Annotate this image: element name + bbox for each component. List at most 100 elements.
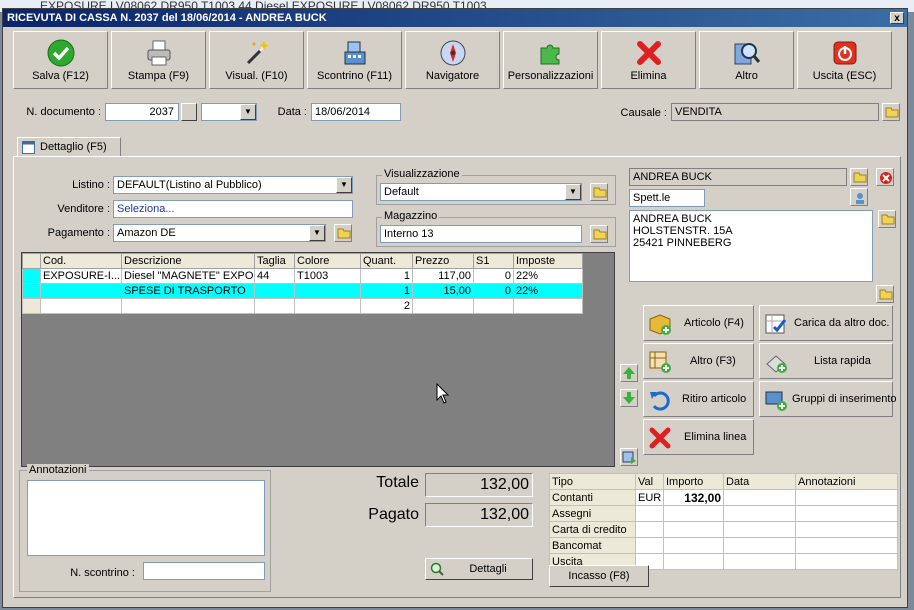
cell[interactable]: 117,00: [412, 268, 474, 284]
receipt-number-field[interactable]: [143, 562, 265, 580]
column-header[interactable]: Importo: [663, 473, 724, 490]
column-header[interactable]: Data: [723, 473, 796, 490]
cell[interactable]: EUR: [635, 489, 664, 506]
customer-name-field[interactable]: ANDREA BUCK: [629, 168, 847, 186]
cell[interactable]: 15,00: [412, 283, 474, 299]
customize-button[interactable]: Personalizzazioni: [503, 31, 598, 89]
tab-dettaglio[interactable]: Dettaglio (F5): [17, 137, 121, 157]
move-up-button[interactable]: [620, 364, 638, 382]
column-header[interactable]: S1: [473, 253, 514, 269]
date-field[interactable]: 18/06/2014: [311, 103, 401, 121]
payments-grid[interactable]: Tipo Val Importo Data Annotazioni Contan…: [549, 473, 898, 570]
cell[interactable]: [723, 537, 796, 554]
cell[interactable]: Diesel "MAGNETE" EXPO...: [121, 268, 255, 284]
cell[interactable]: 2: [360, 298, 413, 314]
column-header[interactable]: Tipo: [549, 473, 636, 490]
delete-line-button[interactable]: Elimina linea: [643, 419, 754, 455]
cell[interactable]: [294, 283, 361, 299]
listino-select[interactable]: DEFAULT(Listino al Pubblico): [113, 176, 353, 194]
navigator-button[interactable]: Navigatore: [405, 31, 500, 89]
cell[interactable]: EXPOSURE-I...: [40, 268, 122, 284]
salutation-field[interactable]: Spett.le: [629, 189, 705, 207]
causale-field[interactable]: VENDITA: [671, 103, 879, 121]
venditore-field[interactable]: Seleziona...: [113, 200, 353, 218]
save-button[interactable]: Salva (F12): [13, 31, 108, 89]
cell[interactable]: [635, 505, 664, 522]
cell[interactable]: [723, 553, 796, 570]
other-article-button[interactable]: Altro (F3): [643, 343, 754, 379]
table-row[interactable]: EXPOSURE-I... Diesel "MAGNETE" EXPO... 4…: [22, 268, 583, 284]
column-header[interactable]: Taglia: [254, 253, 295, 269]
customer-remove-button[interactable]: [876, 168, 894, 186]
cell[interactable]: [723, 489, 796, 506]
chevron-down-icon[interactable]: ▼: [309, 225, 325, 241]
cell[interactable]: 22%: [513, 283, 583, 299]
cell[interactable]: [513, 298, 583, 314]
cell[interactable]: [663, 521, 724, 538]
address-folder-button[interactable]: [878, 210, 896, 228]
other-button[interactable]: Altro: [699, 31, 794, 89]
cell[interactable]: [663, 505, 724, 522]
pagamento-folder-button[interactable]: [334, 224, 352, 242]
preview-button[interactable]: Visual. (F10): [209, 31, 304, 89]
magazzino-field[interactable]: Interno 13: [380, 225, 582, 243]
cell[interactable]: [254, 283, 295, 299]
cell[interactable]: [473, 298, 514, 314]
cell[interactable]: [795, 505, 898, 522]
collect-button[interactable]: Incasso (F8): [549, 565, 649, 587]
cell[interactable]: [795, 521, 898, 538]
load-from-doc-button[interactable]: Carica da altro doc.: [759, 305, 893, 341]
cell[interactable]: SPESE DI TRASPORTO: [121, 283, 255, 299]
column-header[interactable]: Imposte: [513, 253, 583, 269]
customer-address-box[interactable]: ANDREA BUCK HOLSTENSTR. 15A 25421 PINNEB…: [629, 210, 873, 282]
delete-button[interactable]: Elimina: [601, 31, 696, 89]
cell[interactable]: [40, 283, 122, 299]
magazzino-folder-button[interactable]: [590, 225, 608, 243]
column-header[interactable]: Cod.: [40, 253, 122, 269]
payment-row[interactable]: Assegni: [549, 505, 898, 522]
customer-search-button[interactable]: [850, 188, 868, 206]
cell[interactable]: [294, 298, 361, 314]
table-row[interactable]: 2: [22, 298, 583, 314]
cell[interactable]: 22%: [513, 268, 583, 284]
cell[interactable]: [40, 298, 122, 314]
column-header[interactable]: Colore: [294, 253, 361, 269]
cell[interactable]: 44: [254, 268, 295, 284]
add-article-button[interactable]: Articolo (F4): [643, 305, 754, 341]
column-header[interactable]: Annotazioni: [795, 473, 898, 490]
return-article-button[interactable]: Ritiro articolo: [643, 381, 754, 417]
cell[interactable]: 1: [360, 268, 413, 284]
notes-textarea[interactable]: [27, 480, 265, 556]
column-header[interactable]: Val: [635, 473, 664, 490]
table-row[interactable]: SPESE DI TRASPORTO 1 15,00 0 22%: [22, 283, 583, 299]
column-header[interactable]: Quant.: [360, 253, 413, 269]
cell[interactable]: [635, 537, 664, 554]
refresh-button[interactable]: [620, 448, 638, 466]
cell[interactable]: [795, 553, 898, 570]
print-button[interactable]: Stampa (F9): [111, 31, 206, 89]
cell[interactable]: [635, 521, 664, 538]
quick-list-button[interactable]: Lista rapida: [759, 343, 893, 379]
visualizzazione-folder-button[interactable]: [590, 183, 608, 201]
cell[interactable]: [795, 537, 898, 554]
cell[interactable]: [663, 553, 724, 570]
cell[interactable]: 0: [473, 283, 514, 299]
visualizzazione-select[interactable]: Default: [380, 183, 582, 201]
cell[interactable]: [795, 489, 898, 506]
cell[interactable]: [121, 298, 255, 314]
doc-number-spin[interactable]: [181, 103, 197, 121]
items-grid[interactable]: Cod. Descrizione Taglia Colore Quant. Pr…: [21, 252, 615, 467]
cell[interactable]: [723, 505, 796, 522]
receipt-button[interactable]: Scontrino (F11): [307, 31, 402, 89]
close-window-button[interactable]: x: [890, 12, 904, 24]
cell[interactable]: T1003: [294, 268, 361, 284]
customer-folder-button[interactable]: [850, 168, 868, 186]
move-down-button[interactable]: [620, 389, 638, 407]
payment-row[interactable]: Carta di credito: [549, 521, 898, 538]
column-header[interactable]: Prezzo: [412, 253, 474, 269]
cell[interactable]: [723, 521, 796, 538]
cell[interactable]: 0: [473, 268, 514, 284]
doc-number-field[interactable]: 2037: [105, 103, 179, 121]
chevron-down-icon[interactable]: ▼: [336, 177, 352, 193]
cell[interactable]: [663, 537, 724, 554]
